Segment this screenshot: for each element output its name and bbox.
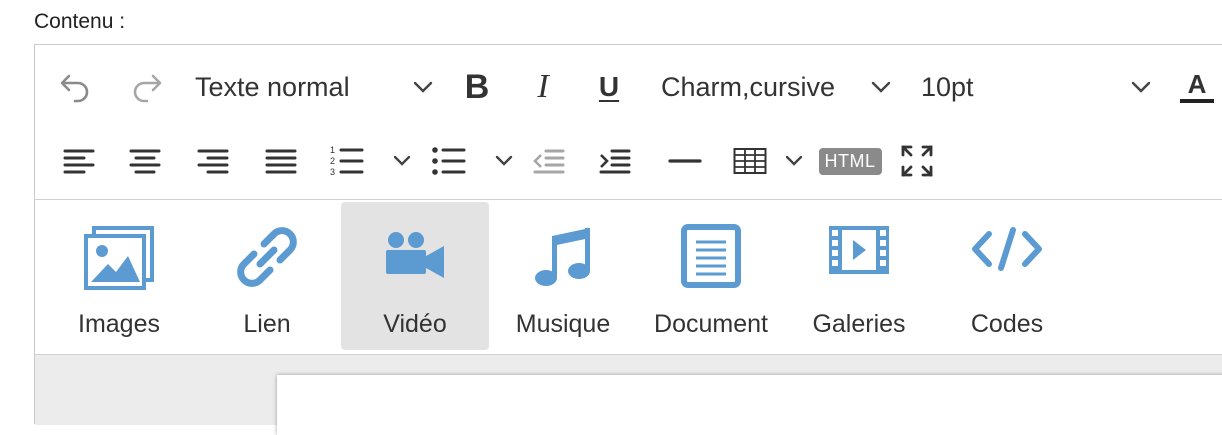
horizontal-rule-button[interactable]: [665, 141, 705, 181]
svg-text:2: 2: [330, 156, 335, 166]
bold-button[interactable]: B: [455, 65, 499, 109]
text-color-button[interactable]: A: [1175, 65, 1219, 109]
media-images-button[interactable]: Images: [45, 202, 193, 350]
video-camera-icon: [386, 232, 444, 278]
align-center-icon: [129, 149, 161, 174]
horizontal-line-icon: [668, 159, 702, 163]
media-label: Lien: [243, 310, 291, 338]
chevron-down-icon: [1131, 81, 1151, 93]
redo-icon: [133, 74, 162, 103]
align-center-button[interactable]: [125, 141, 165, 181]
media-document-button[interactable]: Document: [637, 202, 785, 350]
fullscreen-icon: [901, 145, 933, 177]
numbered-list-icon: 123: [330, 145, 364, 177]
bold-icon: B: [464, 67, 490, 106]
html-badge: HTML: [818, 147, 882, 175]
media-codes-button[interactable]: Codes: [933, 202, 1081, 350]
font-family-value: Charm,cursive: [661, 71, 836, 102]
editor-page[interactable]: [277, 375, 1222, 435]
text-color-swatch: [1180, 99, 1214, 103]
redo-button[interactable]: [127, 65, 167, 109]
chevron-down-icon: [413, 81, 433, 93]
media-label: Musique: [515, 310, 611, 338]
indent-icon: [599, 149, 631, 174]
undo-button[interactable]: [55, 65, 95, 109]
block-format-select[interactable]: Texte normal: [195, 65, 435, 109]
music-note-icon: [535, 228, 590, 286]
editor-canvas: [35, 355, 1222, 435]
media-label: Galeries: [812, 310, 906, 338]
document-icon: [681, 224, 741, 288]
svg-text:3: 3: [330, 167, 335, 177]
bullet-list-icon: [432, 147, 466, 175]
align-right-icon: [197, 149, 229, 174]
font-size-select[interactable]: 10pt: [921, 65, 1153, 109]
chevron-down-icon: [785, 155, 803, 166]
outdent-icon: [533, 149, 565, 174]
media-label: Codes: [970, 310, 1044, 338]
text-color-icon: A: [1187, 69, 1207, 99]
media-music-button[interactable]: Musique: [489, 202, 637, 350]
chevron-down-icon: [495, 155, 513, 166]
align-left-icon: [63, 149, 95, 174]
code-icon: [972, 227, 1042, 271]
chevron-down-icon: [871, 81, 891, 93]
editor-toolbar: Texte normal B I U Charm,cursive 10pt A: [35, 45, 1222, 199]
media-label: Images: [78, 310, 160, 338]
images-icon: [84, 226, 154, 290]
html-source-button[interactable]: HTML: [818, 145, 882, 177]
content-label: Contenu :: [34, 10, 126, 33]
italic-button[interactable]: I: [521, 65, 565, 109]
numbered-list-button[interactable]: 123: [329, 141, 413, 181]
undo-icon: [60, 74, 89, 103]
font-family-select[interactable]: Charm,cursive: [661, 65, 893, 109]
outdent-button[interactable]: [529, 141, 569, 181]
media-label: Document: [654, 310, 768, 338]
link-icon: [237, 227, 297, 287]
media-galleries-button[interactable]: Galeries: [785, 202, 933, 350]
fullscreen-button[interactable]: [897, 141, 937, 181]
font-size-value: 10pt: [921, 71, 974, 102]
underline-button[interactable]: U: [587, 65, 631, 109]
chevron-down-icon: [393, 155, 411, 166]
svg-text:1: 1: [330, 145, 335, 155]
indent-button[interactable]: [595, 141, 635, 181]
rich-text-editor: Texte normal B I U Charm,cursive 10pt A: [34, 44, 1222, 435]
align-right-button[interactable]: [193, 141, 233, 181]
align-left-button[interactable]: [59, 141, 99, 181]
bullet-list-button[interactable]: [431, 141, 515, 181]
italic-icon: I: [537, 68, 549, 105]
align-justify-icon: [265, 149, 297, 174]
media-video-button[interactable]: Vidéo: [341, 202, 489, 350]
block-format-value: Texte normal: [195, 71, 350, 102]
media-insert-bar: Images Lien Vidéo Musique Document Galer…: [35, 200, 1222, 354]
table-button[interactable]: [733, 141, 805, 181]
underline-icon: U: [598, 71, 620, 102]
align-justify-button[interactable]: [261, 141, 301, 181]
table-icon: [733, 148, 767, 174]
film-gallery-icon: [829, 226, 889, 274]
media-label: Vidéo: [383, 310, 447, 338]
media-link-button[interactable]: Lien: [193, 202, 341, 350]
